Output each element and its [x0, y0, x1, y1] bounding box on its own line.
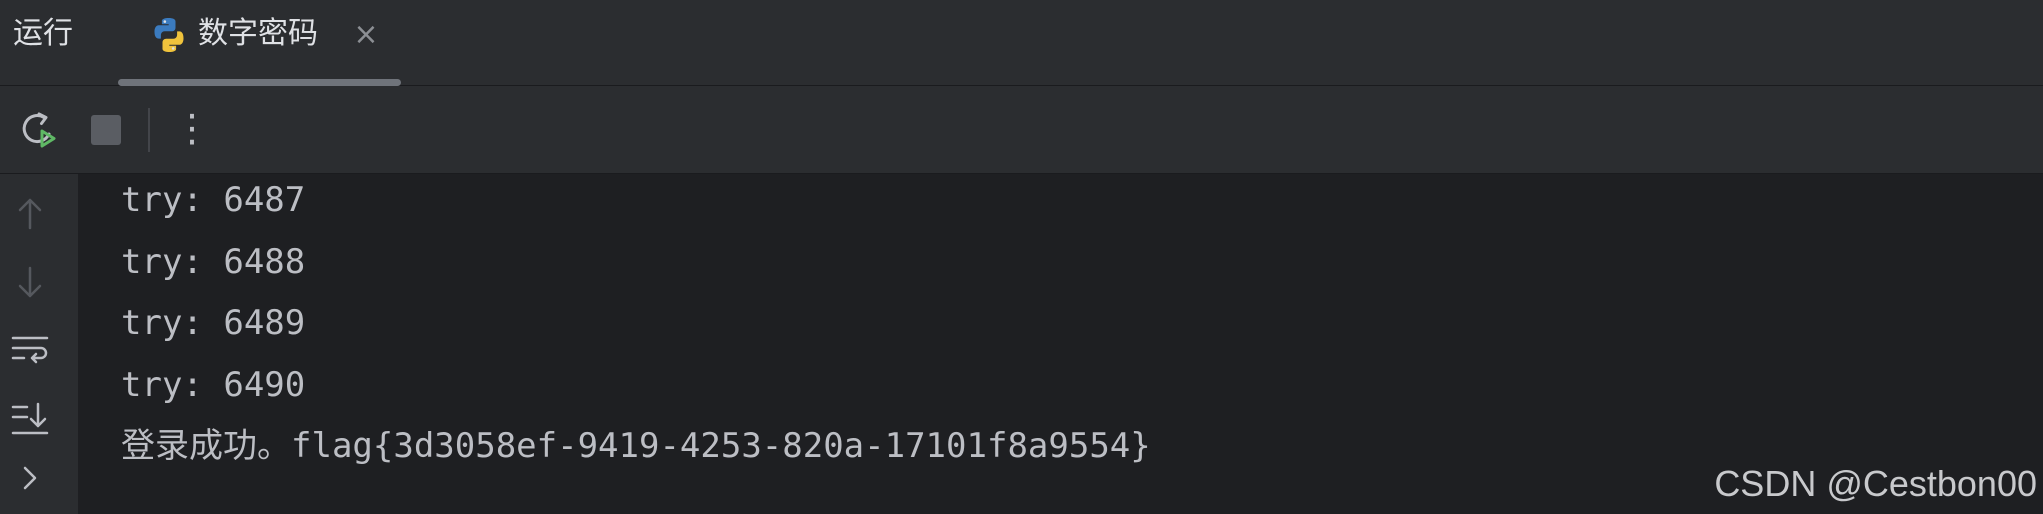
- more-options-icon[interactable]: ⋮: [172, 104, 212, 152]
- run-tool-window: 运行 数字密码 × ⋮ try: 6487 try: 6488 try: 648…: [0, 0, 2043, 514]
- rerun-icon[interactable]: [15, 106, 63, 154]
- console-line: try: 6489: [121, 303, 306, 343]
- tab-bar: 运行 数字密码 ×: [0, 0, 2043, 86]
- toolbar-separator: [148, 108, 150, 152]
- watermark: CSDN @Cestbon00: [1714, 463, 2037, 504]
- soft-wrap-icon[interactable]: [10, 330, 50, 370]
- panel-title: 运行: [13, 16, 73, 51]
- scroll-to-end-icon[interactable]: [10, 398, 50, 438]
- console-line: try: 6490: [121, 365, 306, 405]
- arrow-up-icon[interactable]: [10, 194, 50, 234]
- arrow-down-icon[interactable]: [10, 262, 50, 302]
- run-toolbar: ⋮: [0, 86, 2043, 174]
- tab-run-config[interactable]: 数字密码 ×: [118, 0, 403, 86]
- console-gutter: [0, 174, 78, 514]
- chevron-right-icon[interactable]: [10, 458, 50, 498]
- close-icon[interactable]: ×: [350, 19, 382, 51]
- console-output[interactable]: try: 6487 try: 6488 try: 6489 try: 6490 …: [78, 174, 2043, 514]
- console-line: try: 6488: [121, 242, 306, 282]
- console-line: try: 6487: [121, 180, 306, 220]
- tab-selected-indicator: [118, 79, 401, 86]
- console-line-success: 登录成功。flag{3d3058ef-9419-4253-820a-17101f…: [121, 426, 1151, 466]
- stop-icon[interactable]: [82, 106, 130, 154]
- python-icon: [150, 16, 188, 54]
- tab-label: 数字密码: [198, 16, 318, 51]
